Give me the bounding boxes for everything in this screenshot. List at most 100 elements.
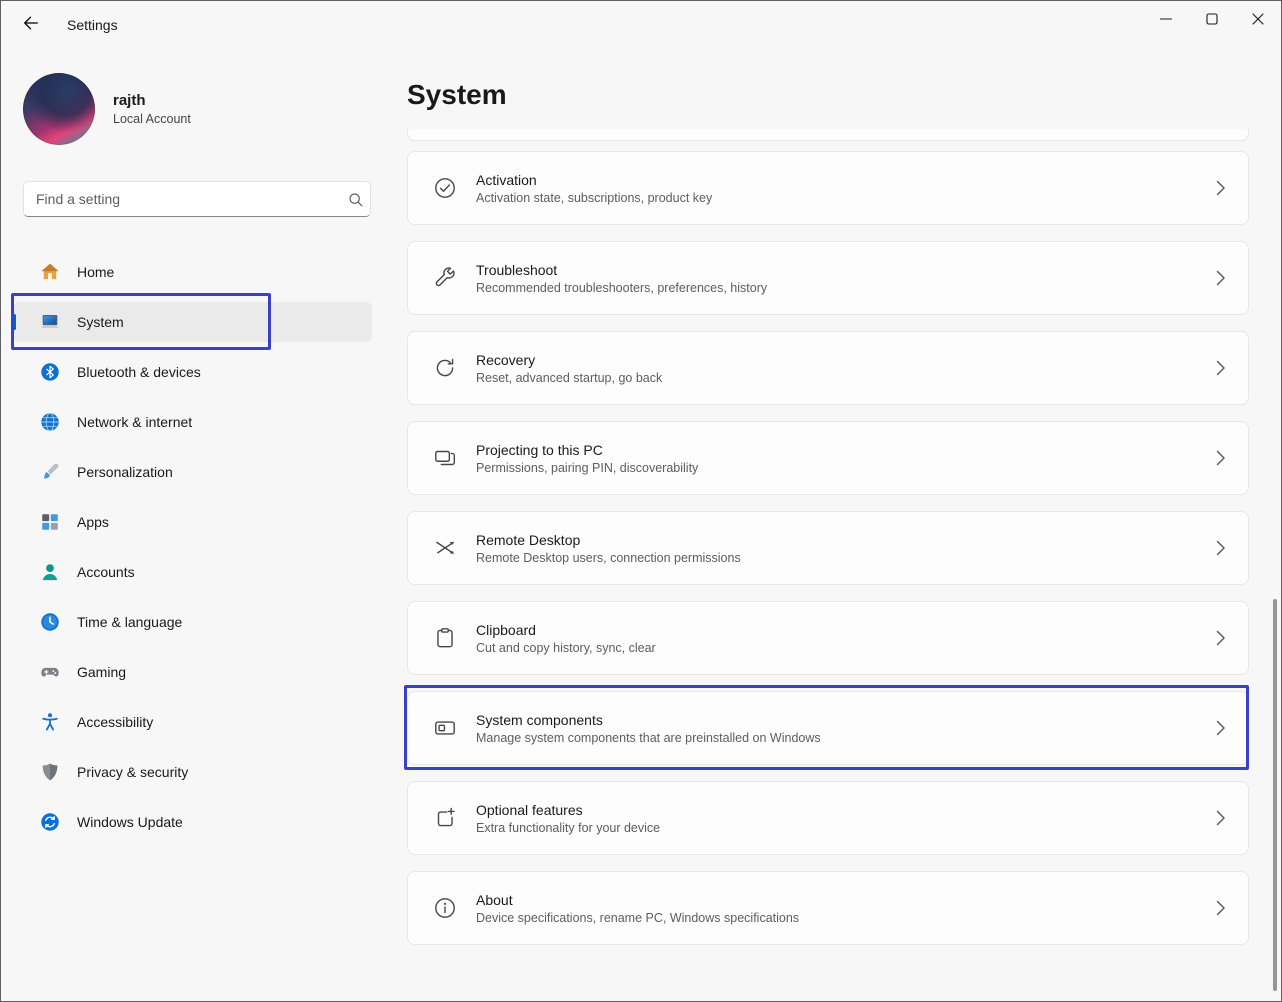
card-subtitle: Extra functionality for your device — [476, 821, 1216, 835]
card-title: Remote Desktop — [476, 532, 1216, 548]
close-icon — [1252, 12, 1264, 30]
gaming-icon — [39, 661, 61, 683]
card-system-components[interactable]: System components Manage system componen… — [407, 691, 1249, 765]
page-title: System — [407, 79, 507, 111]
card-about[interactable]: About Device specifications, rename PC, … — [407, 871, 1249, 945]
card-subtitle: Device specifications, rename PC, Window… — [476, 911, 1216, 925]
sidebar-nav: Home System Bluetooth & devices Network … — [1, 252, 391, 852]
sidebar-item-apps[interactable]: Apps — [13, 502, 372, 542]
card-subtitle: Reset, advanced startup, go back — [476, 371, 1216, 385]
sidebar-item-accounts[interactable]: Accounts — [13, 552, 372, 592]
accessibility-icon — [39, 711, 61, 733]
time-language-icon — [39, 611, 61, 633]
chevron-right-icon — [1216, 450, 1228, 466]
personalization-icon — [39, 461, 61, 483]
sidebar-item-privacy-security[interactable]: Privacy & security — [13, 752, 372, 792]
card-activation[interactable]: Activation Activation state, subscriptio… — [407, 151, 1249, 225]
card-subtitle: Cut and copy history, sync, clear — [476, 641, 1216, 655]
card-subtitle: Recommended troubleshooters, preferences… — [476, 281, 1216, 295]
chevron-right-icon — [1216, 270, 1228, 286]
card-subtitle: Manage system components that are preins… — [476, 731, 1216, 745]
sidebar-item-time-language[interactable]: Time & language — [13, 602, 372, 642]
about-icon — [432, 895, 458, 921]
sidebar-item-label: Accessibility — [77, 714, 153, 730]
card-clipboard[interactable]: Clipboard Cut and copy history, sync, cl… — [407, 601, 1249, 675]
sidebar: rajth Local Account Home System Blueto — [1, 49, 391, 1001]
card-title: Activation — [476, 172, 1216, 188]
card-partial[interactable] — [407, 129, 1249, 141]
system-components-icon — [432, 715, 458, 741]
card-subtitle: Permissions, pairing PIN, discoverabilit… — [476, 461, 1216, 475]
window-title: Settings — [67, 17, 118, 33]
sidebar-item-label: Bluetooth & devices — [77, 364, 201, 380]
chevron-right-icon — [1216, 180, 1228, 196]
chevron-right-icon — [1216, 360, 1228, 376]
card-title: Recovery — [476, 352, 1216, 368]
main-content: System Activation Activation state, subs… — [391, 49, 1281, 1001]
chevron-right-icon — [1216, 630, 1228, 646]
card-projecting-to-this-pc[interactable]: Projecting to this PC Permissions, pairi… — [407, 421, 1249, 495]
sidebar-item-label: Accounts — [77, 564, 135, 580]
sidebar-item-label: Gaming — [77, 664, 126, 680]
card-optional-features[interactable]: Optional features Extra functionality fo… — [407, 781, 1249, 855]
card-title: Clipboard — [476, 622, 1216, 638]
sidebar-item-label: Time & language — [77, 614, 182, 630]
system-icon — [39, 311, 61, 333]
card-title: About — [476, 892, 1216, 908]
user-account-block[interactable]: rajth Local Account — [23, 73, 191, 145]
home-icon — [39, 261, 61, 283]
titlebar: Settings — [1, 1, 1281, 49]
sidebar-item-gaming[interactable]: Gaming — [13, 652, 372, 692]
sidebar-item-label: Privacy & security — [77, 764, 188, 780]
windows-update-icon — [39, 811, 61, 833]
sidebar-item-label: Windows Update — [77, 814, 183, 830]
search-input[interactable] — [24, 191, 340, 207]
card-remote-desktop[interactable]: Remote Desktop Remote Desktop users, con… — [407, 511, 1249, 585]
user-account-type: Local Account — [113, 112, 191, 126]
sidebar-item-bluetooth-devices[interactable]: Bluetooth & devices — [13, 352, 372, 392]
sidebar-item-label: Home — [77, 264, 114, 280]
card-subtitle: Activation state, subscriptions, product… — [476, 191, 1216, 205]
minimize-icon — [1160, 12, 1172, 30]
privacy-security-icon — [39, 761, 61, 783]
sidebar-item-label: System — [77, 314, 124, 330]
card-troubleshoot[interactable]: Troubleshoot Recommended troubleshooters… — [407, 241, 1249, 315]
sidebar-item-system[interactable]: System — [13, 302, 372, 342]
card-subtitle: Remote Desktop users, connection permiss… — [476, 551, 1216, 565]
close-button[interactable] — [1235, 1, 1281, 41]
chevron-right-icon — [1216, 540, 1228, 556]
sidebar-item-personalization[interactable]: Personalization — [13, 452, 372, 492]
settings-card-list: Activation Activation state, subscriptio… — [407, 129, 1249, 961]
search-icon[interactable] — [340, 191, 370, 208]
sidebar-item-network-internet[interactable]: Network & internet — [13, 402, 372, 442]
sidebar-item-label: Personalization — [77, 464, 173, 480]
maximize-button[interactable] — [1189, 1, 1235, 41]
sidebar-item-label: Network & internet — [77, 414, 192, 430]
chevron-right-icon — [1216, 810, 1228, 826]
user-name: rajth — [113, 92, 191, 109]
sidebar-item-home[interactable]: Home — [13, 252, 372, 292]
remote-desktop-icon — [432, 535, 458, 561]
vertical-scrollbar[interactable] — [1273, 599, 1277, 991]
card-recovery[interactable]: Recovery Reset, advanced startup, go bac… — [407, 331, 1249, 405]
accounts-icon — [39, 561, 61, 583]
sidebar-item-windows-update[interactable]: Windows Update — [13, 802, 372, 842]
apps-icon — [39, 511, 61, 533]
card-title: Optional features — [476, 802, 1216, 818]
activation-icon — [432, 175, 458, 201]
sidebar-item-accessibility[interactable]: Accessibility — [13, 702, 372, 742]
minimize-button[interactable] — [1143, 1, 1189, 41]
recovery-icon — [432, 355, 458, 381]
card-title: Troubleshoot — [476, 262, 1216, 278]
optional-features-icon — [432, 805, 458, 831]
back-arrow-icon — [22, 14, 40, 37]
card-title: System components — [476, 712, 1216, 728]
network-icon — [39, 411, 61, 433]
chevron-right-icon — [1216, 900, 1228, 916]
avatar — [23, 73, 95, 145]
back-button[interactable] — [11, 8, 51, 42]
projecting-icon — [432, 445, 458, 471]
bluetooth-icon — [39, 361, 61, 383]
sidebar-item-label: Apps — [77, 514, 109, 530]
troubleshoot-icon — [432, 265, 458, 291]
